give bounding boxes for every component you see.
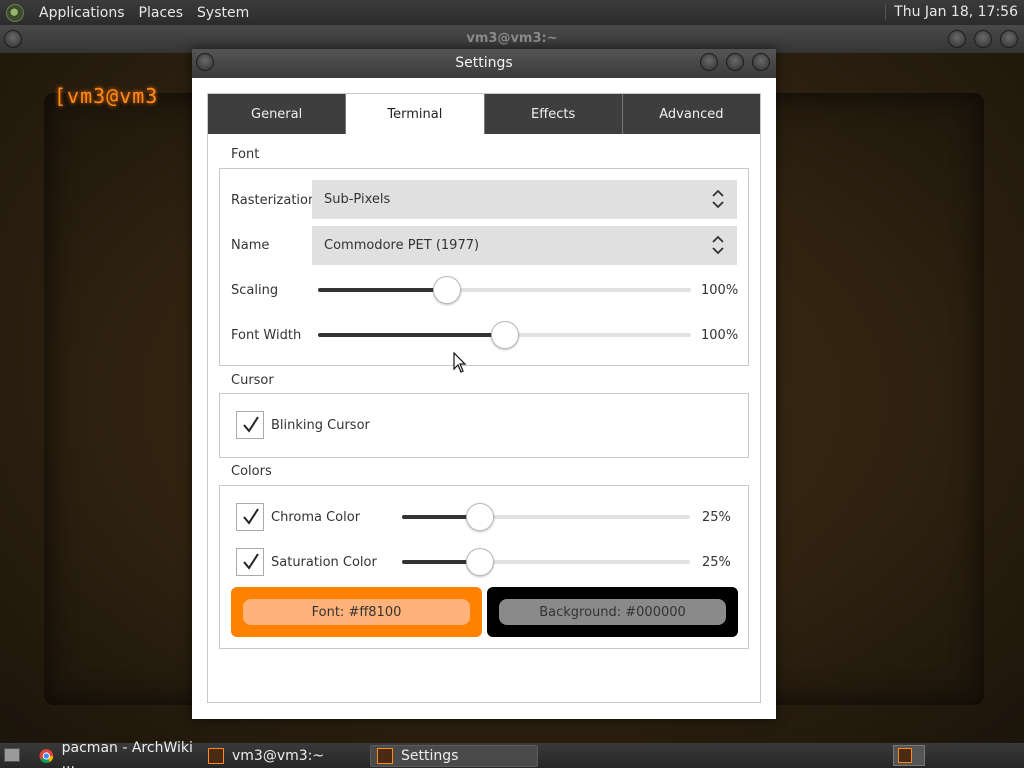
mouse-pointer-icon [453, 352, 467, 373]
show-desktop-icon[interactable] [4, 748, 20, 762]
cursor-group: Blinking Cursor [219, 393, 749, 458]
settings-content: General Terminal Effects Advanced Font R… [207, 93, 761, 703]
font-width-slider[interactable] [318, 320, 691, 350]
font-width-value: 100% [701, 328, 739, 343]
slider-handle[interactable] [465, 548, 494, 576]
slider-fill [318, 288, 447, 292]
font-color-label: Font: #ff8100 [243, 599, 470, 625]
colors-group: Chroma Color 25% Saturation Color 25% Fo… [219, 485, 749, 649]
slider-handle[interactable] [432, 276, 461, 304]
distro-logo-icon[interactable] [6, 3, 24, 22]
checkmark-icon [243, 508, 259, 525]
minimize-icon[interactable] [948, 30, 966, 48]
tab-effects[interactable]: Effects [484, 94, 623, 134]
font-name-value: Commodore PET (1977) [324, 238, 480, 253]
select-arrows-icon [712, 235, 724, 255]
menu-places[interactable]: Places [132, 5, 191, 21]
font-color-button[interactable]: Font: #ff8100 [231, 587, 482, 637]
tab-bar: General Terminal Effects Advanced [208, 94, 760, 134]
background-color-button[interactable]: Background: #000000 [487, 587, 738, 637]
menu-system[interactable]: System [190, 5, 256, 21]
taskbar: pacman - ArchWiki ... vm3@vm3:~ Settings [0, 740, 1024, 768]
taskbar-item-label: vm3@vm3:~ [232, 748, 325, 764]
top-panel: Applications Places System Thu Jan 18, 1… [0, 0, 1024, 25]
font-group: Rasterization Sub-Pixels Name Commodore … [219, 168, 749, 366]
settings-dialog: Settings General Terminal Effects Advanc… [192, 49, 776, 719]
chrome-icon [39, 749, 54, 763]
crt-app-icon [208, 748, 224, 764]
saturation-color-value: 25% [702, 555, 731, 570]
slider-handle[interactable] [465, 503, 494, 531]
colors-section-title: Colors [231, 464, 272, 479]
rasterization-value: Sub-Pixels [324, 192, 391, 207]
rasterization-select[interactable]: Sub-Pixels [312, 180, 737, 219]
menu-applications[interactable]: Applications [32, 5, 132, 21]
window-menu-icon[interactable] [4, 30, 22, 48]
panel-clock[interactable]: Thu Jan 18, 17:56 [885, 4, 1018, 20]
workspace-switcher[interactable] [893, 745, 925, 766]
font-name-select[interactable]: Commodore PET (1977) [312, 226, 737, 265]
taskbar-item-terminal[interactable]: vm3@vm3:~ [202, 745, 362, 767]
scaling-slider[interactable] [318, 275, 691, 305]
slider-fill [318, 333, 505, 337]
saturation-color-checkbox[interactable] [236, 548, 264, 576]
close-icon[interactable] [1000, 30, 1018, 48]
chroma-color-slider[interactable] [402, 502, 690, 532]
font-name-label: Name [231, 238, 270, 253]
settings-title: Settings [455, 55, 513, 71]
chroma-color-label[interactable]: Chroma Color [271, 510, 360, 525]
tab-terminal[interactable]: Terminal [346, 94, 485, 134]
background-color-label: Background: #000000 [499, 599, 726, 625]
terminal-prompt: [vm3@vm3 [54, 84, 159, 108]
font-section-title: Font [231, 147, 260, 162]
taskbar-item-settings[interactable]: Settings [370, 745, 538, 767]
crt-app-icon [377, 748, 393, 764]
chroma-color-checkbox[interactable] [236, 503, 264, 531]
rasterization-label: Rasterization [231, 193, 317, 208]
cursor-section-title: Cursor [231, 373, 274, 388]
taskbar-item-browser[interactable]: pacman - ArchWiki ... [33, 740, 198, 768]
slider-handle[interactable] [490, 321, 519, 349]
font-width-label: Font Width [231, 328, 302, 343]
settings-titlebar[interactable]: Settings [192, 49, 776, 78]
saturation-color-label[interactable]: Saturation Color [271, 555, 377, 570]
chroma-color-value: 25% [702, 510, 731, 525]
checkmark-icon [243, 553, 259, 570]
crt-app-icon [898, 748, 912, 763]
minimize-icon[interactable] [700, 53, 718, 71]
taskbar-item-label: pacman - ArchWiki ... [61, 740, 193, 768]
taskbar-item-label: Settings [401, 748, 459, 764]
tab-advanced[interactable]: Advanced [622, 94, 760, 134]
select-arrows-icon [712, 189, 724, 209]
blinking-cursor-label[interactable]: Blinking Cursor [271, 418, 370, 433]
blinking-cursor-checkbox[interactable] [236, 411, 264, 439]
window-menu-icon[interactable] [196, 53, 214, 71]
saturation-color-slider[interactable] [402, 547, 690, 577]
terminal-window-title: vm3@vm3:~ [466, 31, 558, 46]
close-icon[interactable] [752, 53, 770, 71]
tab-general[interactable]: General [208, 94, 347, 134]
maximize-icon[interactable] [974, 30, 992, 48]
scaling-value: 100% [701, 283, 739, 298]
checkmark-icon [243, 416, 259, 433]
maximize-icon[interactable] [726, 53, 744, 71]
scaling-label: Scaling [231, 283, 279, 298]
